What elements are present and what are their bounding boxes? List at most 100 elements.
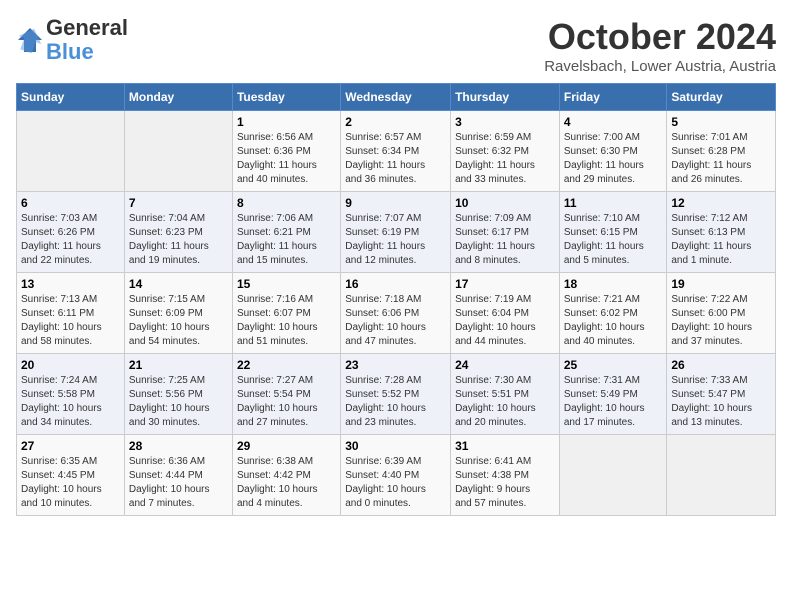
calendar-week-row: 27Sunrise: 6:35 AM Sunset: 4:45 PM Dayli… [17,435,776,516]
day-info: Sunrise: 7:10 AM Sunset: 6:15 PM Dayligh… [564,212,663,268]
day-info: Sunrise: 7:00 AM Sunset: 6:30 PM Dayligh… [564,131,663,187]
calendar-day-cell: 19 Sunrise: 7:22 AM Sunset: 6:00 PM Dayli… [667,273,776,354]
day-info: Sunrise: 7:31 AM Sunset: 5:49 PM Dayligh… [564,374,663,430]
day-number: 20 [21,358,120,372]
calendar-day-cell: 30 Sunrise: 6:39 AM Sunset: 4:40 PM Dayli… [341,435,451,516]
day-number: 10 [455,196,555,210]
calendar-day-cell: 5 Sunrise: 7:01 AM Sunset: 6:28 PM Daylig… [667,111,776,192]
calendar-day-cell: 13 Sunrise: 7:13 AM Sunset: 6:11 PM Dayli… [17,273,125,354]
day-info: Sunrise: 7:24 AM Sunset: 5:58 PM Dayligh… [21,374,120,430]
calendar-day-cell: 2 Sunrise: 6:57 AM Sunset: 6:34 PM Daylig… [341,111,451,192]
day-info: Sunrise: 6:56 AM Sunset: 6:36 PM Dayligh… [237,131,336,187]
calendar-day-cell: 7Sunrise: 7:04 AM Sunset: 6:23 PM Daylig… [124,192,232,273]
day-info: Sunrise: 7:03 AM Sunset: 6:26 PM Dayligh… [21,212,120,268]
day-number: 6 [21,196,120,210]
day-number: 12 [671,196,771,210]
calendar-day-cell: 8 Sunrise: 7:06 AM Sunset: 6:21 PM Daylig… [232,192,340,273]
day-info: Sunrise: 6:36 AM Sunset: 4:44 PM Dayligh… [129,455,228,511]
calendar-week-row: 20 Sunrise: 7:24 AM Sunset: 5:58 PM Dayli… [17,354,776,435]
day-number: 18 [564,277,663,291]
calendar-day-cell: 15Sunrise: 7:16 AM Sunset: 6:07 PM Dayli… [232,273,340,354]
calendar-day-cell: 4 Sunrise: 7:00 AM Sunset: 6:30 PM Daylig… [559,111,667,192]
day-number: 28 [129,439,228,453]
calendar-day-cell: 1 Sunrise: 6:56 AM Sunset: 6:36 PM Daylig… [232,111,340,192]
page-header: General Blue October 2024 Ravelsbach, Lo… [16,16,776,75]
day-info: Sunrise: 6:57 AM Sunset: 6:34 PM Dayligh… [345,131,446,187]
calendar-day-cell: 23Sunrise: 7:28 AM Sunset: 5:52 PM Dayli… [341,354,451,435]
weekday-header: Tuesday [232,84,340,111]
calendar-day-cell: 27Sunrise: 6:35 AM Sunset: 4:45 PM Dayli… [17,435,125,516]
calendar-day-cell: 16 Sunrise: 7:18 AM Sunset: 6:06 PM Dayli… [341,273,451,354]
month-title: October 2024 [544,16,776,58]
calendar-day-cell: 29 Sunrise: 6:38 AM Sunset: 4:42 PM Dayli… [232,435,340,516]
calendar-day-cell: 24 Sunrise: 7:30 AM Sunset: 5:51 PM Dayli… [451,354,560,435]
day-info: Sunrise: 7:12 AM Sunset: 6:13 PM Dayligh… [671,212,771,268]
calendar-day-cell [667,435,776,516]
day-info: Sunrise: 7:01 AM Sunset: 6:28 PM Dayligh… [671,131,771,187]
day-number: 30 [345,439,446,453]
calendar-day-cell: 26 Sunrise: 7:33 AM Sunset: 5:47 PM Dayli… [667,354,776,435]
calendar-day-cell: 21 Sunrise: 7:25 AM Sunset: 5:56 PM Dayli… [124,354,232,435]
calendar-day-cell: 31Sunrise: 6:41 AM Sunset: 4:38 PM Dayli… [451,435,560,516]
location: Ravelsbach, Lower Austria, Austria [544,58,776,75]
weekday-header: Thursday [451,84,560,111]
weekday-header: Saturday [667,84,776,111]
calendar-day-cell [17,111,125,192]
day-number: 19 [671,277,771,291]
day-info: Sunrise: 7:04 AM Sunset: 6:23 PM Dayligh… [129,212,228,268]
day-number: 26 [671,358,771,372]
calendar-table: SundayMondayTuesdayWednesdayThursdayFrid… [16,83,776,516]
day-info: Sunrise: 7:30 AM Sunset: 5:51 PM Dayligh… [455,374,555,430]
day-info: Sunrise: 6:35 AM Sunset: 4:45 PM Dayligh… [21,455,120,511]
day-info: Sunrise: 7:09 AM Sunset: 6:17 PM Dayligh… [455,212,555,268]
day-info: Sunrise: 7:06 AM Sunset: 6:21 PM Dayligh… [237,212,336,268]
weekday-header-row: SundayMondayTuesdayWednesdayThursdayFrid… [17,84,776,111]
calendar-day-cell: 20 Sunrise: 7:24 AM Sunset: 5:58 PM Dayli… [17,354,125,435]
day-number: 11 [564,196,663,210]
day-number: 3 [455,115,555,129]
calendar-day-cell [124,111,232,192]
calendar-day-cell: 22Sunrise: 7:27 AM Sunset: 5:54 PM Dayli… [232,354,340,435]
calendar-day-cell: 12 Sunrise: 7:12 AM Sunset: 6:13 PM Dayli… [667,192,776,273]
day-number: 8 [237,196,336,210]
day-info: Sunrise: 7:22 AM Sunset: 6:00 PM Dayligh… [671,293,771,349]
day-info: Sunrise: 7:21 AM Sunset: 6:02 PM Dayligh… [564,293,663,349]
day-number: 24 [455,358,555,372]
day-info: Sunrise: 7:28 AM Sunset: 5:52 PM Dayligh… [345,374,446,430]
weekday-header: Sunday [17,84,125,111]
day-info: Sunrise: 7:16 AM Sunset: 6:07 PM Dayligh… [237,293,336,349]
weekday-header: Wednesday [341,84,451,111]
calendar-day-cell: 14Sunrise: 7:15 AM Sunset: 6:09 PM Dayli… [124,273,232,354]
day-info: Sunrise: 6:39 AM Sunset: 4:40 PM Dayligh… [345,455,446,511]
day-number: 31 [455,439,555,453]
calendar-day-cell [559,435,667,516]
day-number: 25 [564,358,663,372]
logo-icon [16,26,44,54]
day-number: 9 [345,196,446,210]
day-info: Sunrise: 7:13 AM Sunset: 6:11 PM Dayligh… [21,293,120,349]
day-number: 29 [237,439,336,453]
day-number: 5 [671,115,771,129]
day-number: 4 [564,115,663,129]
calendar-week-row: 13 Sunrise: 7:13 AM Sunset: 6:11 PM Dayli… [17,273,776,354]
calendar-day-cell: 28 Sunrise: 6:36 AM Sunset: 4:44 PM Dayli… [124,435,232,516]
day-info: Sunrise: 7:07 AM Sunset: 6:19 PM Dayligh… [345,212,446,268]
day-number: 1 [237,115,336,129]
calendar-day-cell: 18 Sunrise: 7:21 AM Sunset: 6:02 PM Dayli… [559,273,667,354]
calendar-week-row: 1 Sunrise: 6:56 AM Sunset: 6:36 PM Daylig… [17,111,776,192]
calendar-day-cell: 6 Sunrise: 7:03 AM Sunset: 6:26 PM Daylig… [17,192,125,273]
day-number: 16 [345,277,446,291]
calendar-day-cell: 25 Sunrise: 7:31 AM Sunset: 5:49 PM Dayli… [559,354,667,435]
day-number: 21 [129,358,228,372]
weekday-header: Friday [559,84,667,111]
calendar-day-cell: 3Sunrise: 6:59 AM Sunset: 6:32 PM Daylig… [451,111,560,192]
day-number: 2 [345,115,446,129]
title-section: October 2024 Ravelsbach, Lower Austria, … [544,16,776,75]
day-info: Sunrise: 6:38 AM Sunset: 4:42 PM Dayligh… [237,455,336,511]
calendar-day-cell: 9 Sunrise: 7:07 AM Sunset: 6:19 PM Daylig… [341,192,451,273]
day-info: Sunrise: 7:18 AM Sunset: 6:06 PM Dayligh… [345,293,446,349]
day-info: Sunrise: 7:33 AM Sunset: 5:47 PM Dayligh… [671,374,771,430]
day-info: Sunrise: 7:25 AM Sunset: 5:56 PM Dayligh… [129,374,228,430]
weekday-header: Monday [124,84,232,111]
day-number: 13 [21,277,120,291]
